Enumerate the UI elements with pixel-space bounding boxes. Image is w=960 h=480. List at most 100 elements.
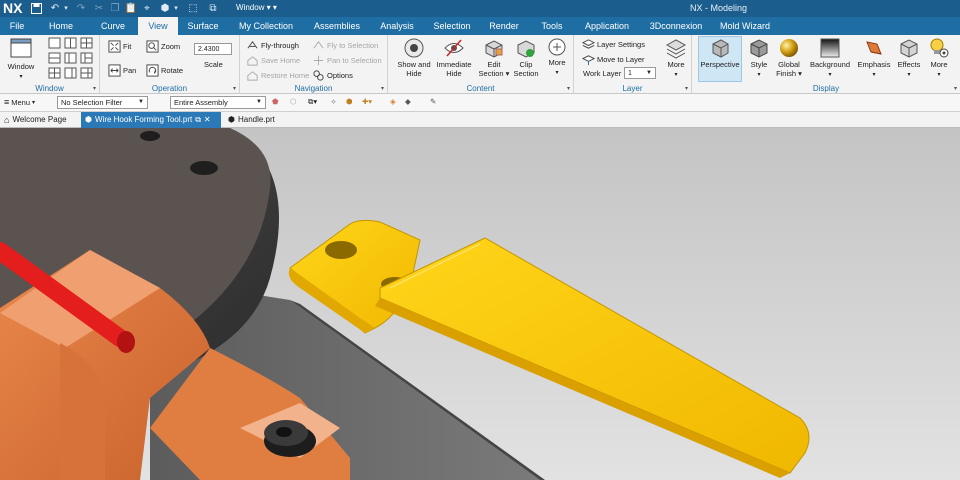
model-icon[interactable]: ⬢ bbox=[158, 1, 172, 15]
render-shaded-icon[interactable]: ◆ bbox=[405, 97, 411, 106]
window-menu[interactable]: Window ▾ ▾ bbox=[236, 3, 277, 12]
menu-button[interactable]: ≡ Menu ▾ bbox=[4, 97, 35, 107]
copy-icon[interactable]: ❐ bbox=[108, 1, 122, 15]
model-dropdown-icon[interactable]: ▾ bbox=[172, 1, 180, 15]
emphasis-button[interactable]: Emphasis ▾ bbox=[854, 37, 894, 80]
selection-filter-select[interactable]: No Selection Filter ▼ bbox=[57, 96, 148, 109]
perspective-icon bbox=[712, 39, 729, 58]
home-icon: ⌂ bbox=[4, 115, 10, 125]
doc-tab-wire-hook[interactable]: ⬢ Wire Hook Forming Tool.prt ⧉ ✕ bbox=[81, 112, 221, 128]
tab-render[interactable]: Render bbox=[480, 17, 528, 35]
tab-home[interactable]: Home bbox=[34, 17, 88, 35]
style-button[interactable]: Style ▾ bbox=[744, 37, 774, 80]
model-view[interactable] bbox=[0, 128, 960, 480]
restore-icon[interactable]: ⧉ bbox=[195, 112, 201, 128]
options-button[interactable]: Options bbox=[312, 69, 353, 82]
pan-icon bbox=[108, 64, 121, 77]
display-more-button[interactable]: More ▾ bbox=[925, 37, 953, 80]
move-to-layer-button[interactable]: Move to Layer bbox=[582, 53, 645, 66]
restore-home-button[interactable]: Restore Home bbox=[246, 69, 309, 82]
deselect-icon[interactable]: ⟡ bbox=[331, 97, 336, 107]
scale-input[interactable]: 2.4300 bbox=[194, 43, 232, 55]
redo-icon[interactable]: ↷ bbox=[74, 1, 88, 15]
tab-tools[interactable]: Tools bbox=[528, 17, 576, 35]
save-icon[interactable] bbox=[29, 1, 43, 15]
tab-my-collection[interactable]: My Collection bbox=[228, 17, 304, 35]
navigation-group-label: Navigation bbox=[294, 84, 333, 93]
work-layer-select[interactable]: 1 ▼ bbox=[624, 67, 656, 79]
tab-selection[interactable]: Selection bbox=[424, 17, 480, 35]
show-and-hide-button[interactable]: Show and Hide bbox=[394, 37, 434, 78]
layer-more-button[interactable]: More ▾ bbox=[662, 37, 690, 80]
edit-section-button[interactable]: Edit Section ▾ bbox=[474, 37, 514, 78]
assembly-scope-select[interactable]: Entire Assembly ▼ bbox=[170, 96, 266, 109]
effects-button[interactable]: Effects ▾ bbox=[894, 37, 924, 80]
clip-section-button[interactable]: Clip Section bbox=[510, 37, 542, 78]
style-icon bbox=[750, 39, 768, 58]
fly-through-button[interactable]: Fly-through bbox=[246, 39, 299, 52]
background-button[interactable]: Background ▾ bbox=[808, 37, 852, 80]
display-group: Perspective Style ▾ Global Finish ▾ Backg… bbox=[692, 35, 960, 94]
hamburger-icon: ≡ bbox=[4, 97, 10, 107]
measure-icon[interactable]: ✎ bbox=[430, 97, 436, 106]
window-layout-icons[interactable] bbox=[48, 37, 96, 81]
operation-group: Fit Pan Zoom Rotate 2.4300 Scale Operati… bbox=[100, 35, 240, 94]
tab-surface[interactable]: Surface bbox=[178, 17, 228, 35]
snap-mode-icon[interactable]: ⧉▾ bbox=[308, 97, 317, 107]
rotate-icon bbox=[146, 64, 159, 77]
fly-to-selection-button[interactable]: Fly to Selection bbox=[312, 39, 378, 52]
fit-button[interactable]: Fit bbox=[108, 40, 131, 53]
pan-to-selection-button[interactable]: Pan to Selection bbox=[312, 54, 382, 67]
group-expand-icon[interactable]: ▾ bbox=[233, 85, 236, 92]
point-snap-icon[interactable]: ⬢ bbox=[346, 97, 353, 106]
select-faces-icon[interactable]: ⬡ bbox=[290, 97, 297, 106]
paste-icon[interactable]: 📋 bbox=[124, 1, 138, 15]
touch-mode-icon[interactable]: ⬚ bbox=[186, 1, 200, 15]
perspective-button[interactable]: Perspective bbox=[698, 36, 742, 82]
group-expand-icon[interactable]: ▾ bbox=[567, 85, 570, 92]
global-finish-button[interactable]: Global Finish ▾ bbox=[772, 37, 806, 78]
doc-tab-handle[interactable]: ⬢ Handle.prt bbox=[224, 112, 284, 128]
select-features-icon[interactable]: ⬟ bbox=[272, 97, 279, 106]
doc-tab-welcome[interactable]: ⌂ Welcome Page bbox=[0, 112, 78, 128]
zoom-button[interactable]: Zoom bbox=[146, 40, 180, 53]
tab-application[interactable]: Application bbox=[576, 17, 638, 35]
command-bar: ≡ Menu ▾ No Selection Filter ▼ Entire Asse… bbox=[0, 94, 960, 112]
pan-to-selection-icon bbox=[313, 55, 324, 66]
tab-view[interactable]: View bbox=[138, 17, 178, 35]
tab-analysis[interactable]: Analysis bbox=[370, 17, 424, 35]
tab-file[interactable]: File bbox=[0, 17, 34, 35]
tab-assemblies[interactable]: Assemblies bbox=[304, 17, 370, 35]
tab-mold-wizard[interactable]: Mold Wizard bbox=[714, 17, 776, 35]
undo-dropdown-icon[interactable]: ▾ bbox=[62, 1, 70, 15]
emphasis-icon bbox=[866, 41, 882, 55]
repeat-command-icon[interactable]: ⌖ bbox=[140, 1, 154, 15]
options-icon bbox=[313, 70, 324, 81]
part-icon: ⬢ bbox=[228, 115, 235, 124]
save-home-button[interactable]: Save Home bbox=[246, 54, 300, 67]
content-more-button[interactable]: More ▾ bbox=[544, 37, 570, 78]
group-expand-icon[interactable]: ▾ bbox=[685, 85, 688, 92]
fly-through-icon bbox=[247, 40, 258, 49]
cut-icon[interactable]: ✂ bbox=[92, 1, 106, 15]
rotate-button[interactable]: Rotate bbox=[146, 64, 183, 77]
tab-3dconnexion[interactable]: 3Dconnexion bbox=[638, 17, 714, 35]
layer-settings-button[interactable]: Layer Settings bbox=[582, 38, 645, 51]
group-expand-icon[interactable]: ▾ bbox=[93, 85, 96, 92]
immediate-hide-button[interactable]: Immediate Hide bbox=[434, 37, 474, 78]
tab-curve[interactable]: Curve bbox=[88, 17, 138, 35]
group-expand-icon[interactable]: ▾ bbox=[954, 85, 957, 92]
graphics-window[interactable] bbox=[0, 128, 960, 480]
pan-button[interactable]: Pan bbox=[108, 64, 136, 77]
undo-icon[interactable]: ↶ bbox=[48, 1, 62, 15]
window-button[interactable]: Window ▾ bbox=[4, 37, 38, 82]
global-finish-icon bbox=[780, 39, 798, 57]
immediate-hide-icon bbox=[444, 39, 464, 57]
close-icon[interactable]: ✕ bbox=[204, 112, 211, 128]
switch-window-icon[interactable]: ⧉ bbox=[206, 1, 220, 15]
intersection-snap-icon[interactable]: ✚▾ bbox=[362, 97, 372, 106]
render-solid-icon[interactable]: ◈ bbox=[390, 97, 396, 106]
lightbulb-gear-icon bbox=[930, 38, 949, 58]
group-expand-icon[interactable]: ▾ bbox=[381, 85, 384, 92]
navigation-group: Fly-through Save Home Restore Home Fly t… bbox=[240, 35, 388, 94]
